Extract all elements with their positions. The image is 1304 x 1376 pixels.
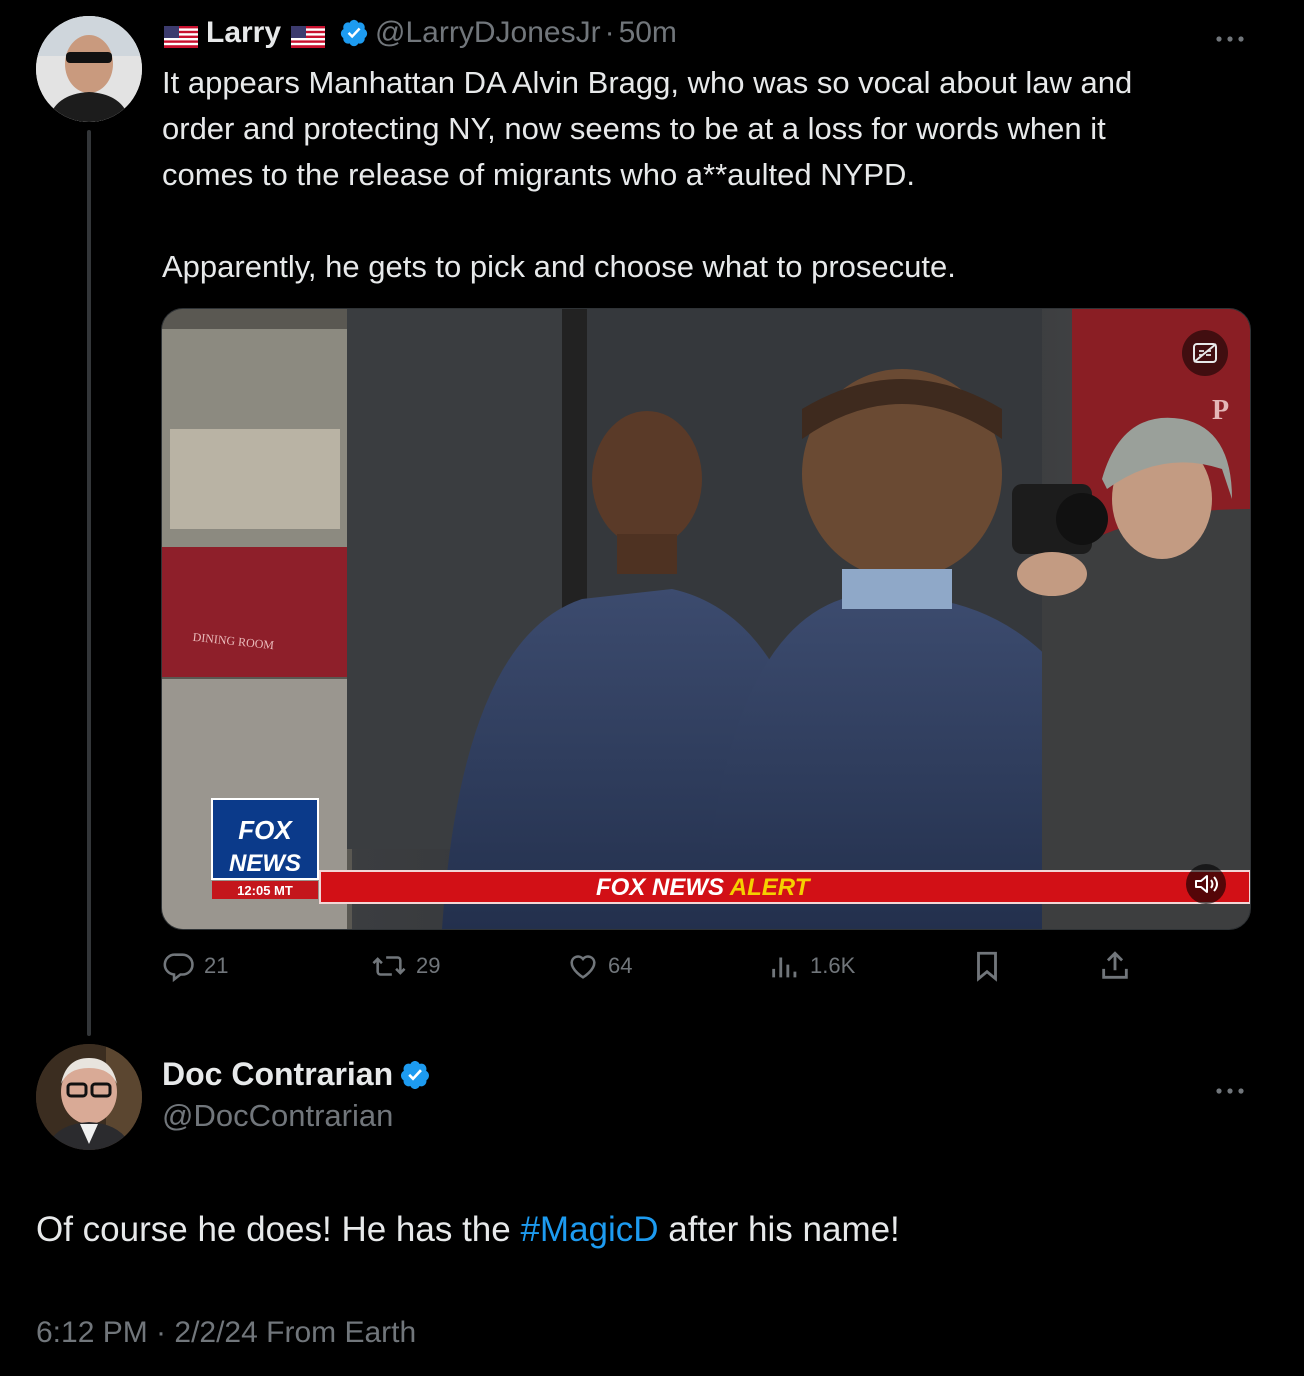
- reply-button[interactable]: 21: [162, 946, 228, 986]
- like-button[interactable]: 64: [566, 946, 632, 986]
- repost-count: 29: [416, 953, 441, 978]
- corner-sign-text: P: [1212, 395, 1229, 426]
- video-banner-alert: ALERT: [729, 874, 812, 901]
- tweet1-text: It appears Manhattan DA Alvin Bragg, who…: [162, 60, 1252, 290]
- bookmark-button[interactable]: [970, 946, 1004, 986]
- reply-icon: [163, 953, 194, 983]
- tweet2-header: Doc Contrarian: [162, 1056, 437, 1093]
- tweet2-text-before: Of course he does! He has the: [36, 1210, 521, 1249]
- bookmark-icon: [977, 951, 997, 982]
- header-separator: ·: [604, 16, 615, 49]
- verified-badge-icon: [399, 1059, 431, 1091]
- repost-icon: [372, 956, 406, 976]
- more-icon[interactable]: [1214, 20, 1246, 51]
- tweet1-text-line: comes to the release of migrants who a**…: [162, 157, 915, 192]
- tweet1-action-bar: 21 29 64 1.6K: [162, 946, 1252, 986]
- tweet1-text-line: order and protecting NY, now seems to be…: [162, 111, 1106, 146]
- heart-icon: [570, 955, 596, 979]
- video-fox-logo-top: FOX: [238, 815, 293, 845]
- views-button[interactable]: 1.6K: [768, 946, 855, 986]
- share-icon: [1102, 951, 1128, 979]
- repost-button[interactable]: 29: [370, 946, 440, 986]
- avatar-larry[interactable]: [36, 16, 142, 122]
- tweet2-text-after: after his name!: [658, 1210, 900, 1249]
- tweet1-text-line: Apparently, he gets to pick and choose w…: [162, 249, 956, 284]
- verified-badge-icon: [339, 18, 369, 48]
- tweet2-display-name[interactable]: Doc Contrarian: [162, 1056, 393, 1093]
- tweet2-handle[interactable]: @DocContrarian: [162, 1098, 393, 1134]
- us-flag-icon: [164, 22, 198, 48]
- tweet1-timestamp[interactable]: 50m: [619, 16, 677, 50]
- thread-connector-line: [87, 130, 91, 1036]
- avatar-doc-contrarian[interactable]: [36, 1044, 142, 1150]
- tweet2-text: Of course he does! He has the #MagicD af…: [36, 1210, 900, 1250]
- us-flag-icon: [291, 22, 326, 48]
- captions-off-icon[interactable]: [1182, 330, 1228, 376]
- like-count: 64: [608, 953, 633, 978]
- view-count: 1.6K: [810, 953, 856, 978]
- video-fox-logo-bottom: NEWS: [229, 850, 301, 877]
- video-fox-logo-time: 12:05 MT: [237, 883, 293, 898]
- tweet1-text-line: It appears Manhattan DA Alvin Bragg, who…: [162, 65, 1133, 100]
- more-icon[interactable]: [1214, 1072, 1246, 1103]
- tweet1-header: Larry @LarryDJonesJr · 50m: [162, 12, 677, 54]
- video-banner-brand: FOX NEWS: [596, 874, 724, 901]
- views-icon: [772, 957, 797, 978]
- tweet2-meta: 6:12 PM · 2/2/24 From Earth: [36, 1316, 417, 1349]
- reply-count: 21: [204, 953, 229, 978]
- tweet1-handle[interactable]: @LarryDJonesJr: [375, 16, 601, 50]
- video-player[interactable]: DINING ROOM P FOX NEWS 12:05 MT FOX NEWS…: [161, 308, 1251, 930]
- hashtag-link[interactable]: #MagicD: [520, 1210, 658, 1249]
- share-button[interactable]: [1098, 946, 1132, 986]
- svg-text:FOX NEWS ALERT: FOX NEWS ALERT: [596, 874, 812, 901]
- volume-icon[interactable]: [1186, 864, 1226, 904]
- tweet1-display-name[interactable]: Larry: [206, 16, 281, 50]
